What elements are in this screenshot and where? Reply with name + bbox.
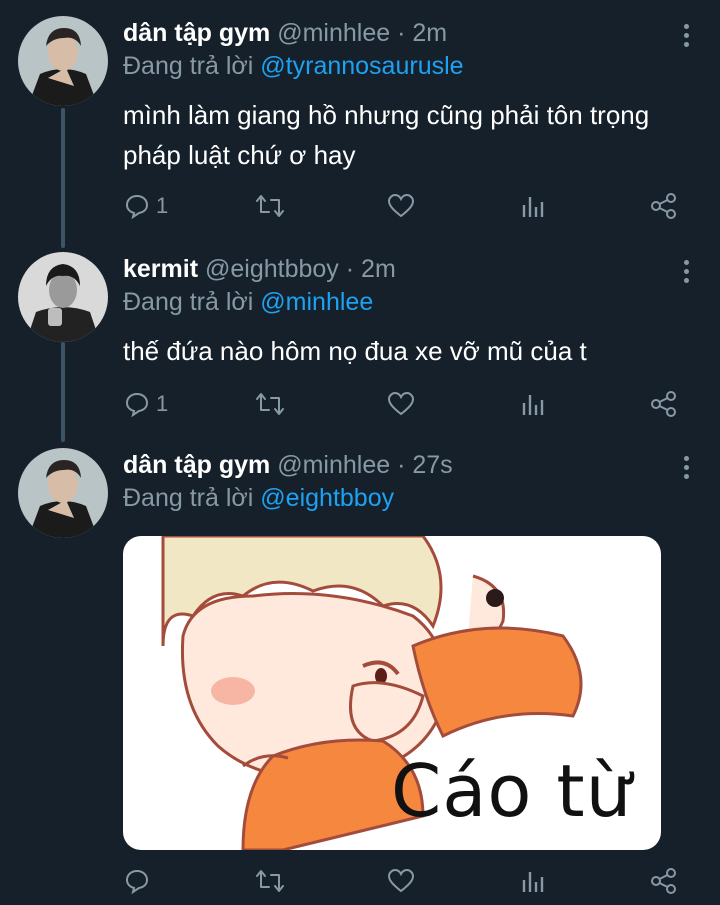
- avatar[interactable]: [18, 16, 108, 106]
- display-name[interactable]: dân tập gym: [123, 19, 270, 47]
- reply-icon: [125, 869, 149, 894]
- tweet[interactable]: dân tập gym @minhlee · 2m Đang trả lời @…: [0, 16, 720, 236]
- mention-link[interactable]: @eightbboy: [260, 484, 394, 512]
- media-image[interactable]: Cáo từ: [123, 536, 661, 850]
- like-button[interactable]: [387, 384, 415, 424]
- person-avatar-icon: [18, 16, 108, 106]
- person-avatar-icon: [18, 252, 108, 342]
- tweet-actions: 1: [0, 186, 720, 226]
- image-caption: Cáo từ: [391, 749, 633, 833]
- share-icon: [651, 193, 676, 219]
- user-handle[interactable]: @eightbboy: [205, 255, 339, 283]
- timestamp[interactable]: 27s: [412, 451, 452, 479]
- reply-context: Đang trả lời @minhlee: [123, 286, 373, 318]
- share-icon: [651, 391, 676, 417]
- share-icon: [651, 868, 676, 894]
- reply-context: Đang trả lời @tyrannosaurusle: [123, 50, 464, 82]
- tweet-actions: [0, 861, 720, 901]
- like-icon: [387, 868, 415, 893]
- avatar[interactable]: [18, 448, 108, 538]
- reply-context: Đang trả lời @eightbboy: [123, 482, 394, 514]
- user-handle[interactable]: @minhlee: [277, 19, 390, 47]
- analytics-button[interactable]: [520, 186, 546, 226]
- more-icon[interactable]: [682, 260, 690, 286]
- retweet-button[interactable]: [255, 861, 285, 901]
- reply-count: 1: [156, 193, 169, 218]
- retweet-icon: [256, 393, 284, 415]
- analytics-button[interactable]: [520, 861, 546, 901]
- tweet-header: dân tập gym @minhlee · 2m: [123, 16, 447, 50]
- retweet-icon: [256, 870, 284, 892]
- share-button[interactable]: [650, 384, 678, 424]
- like-button[interactable]: [387, 861, 415, 901]
- reply-icon: [125, 194, 149, 219]
- reply-count: 1: [156, 391, 169, 416]
- person-avatar-icon: [18, 448, 108, 538]
- reply-prefix: Đang trả lời: [123, 52, 254, 80]
- like-button[interactable]: [387, 186, 415, 226]
- tweet-text-line: pháp luật chứ ơ hay: [123, 140, 356, 170]
- retweet-button[interactable]: [255, 186, 285, 226]
- more-icon[interactable]: [682, 456, 690, 482]
- retweet-button[interactable]: [255, 384, 285, 424]
- share-button[interactable]: [650, 186, 678, 226]
- analytics-icon: [522, 197, 544, 217]
- mention-link[interactable]: @tyrannosaurusle: [260, 52, 463, 80]
- like-icon: [387, 391, 415, 416]
- separator: ·: [397, 19, 406, 47]
- timestamp[interactable]: 2m: [361, 255, 396, 283]
- tweet-text-line: thế đứa nào hôm nọ đua xe vỡ mũ của t: [123, 336, 587, 366]
- separator: ·: [397, 451, 406, 479]
- reply-button[interactable]: [124, 861, 156, 901]
- tweet[interactable]: dân tập gym @minhlee · 27s Đang trả lời …: [0, 448, 720, 898]
- tweet-header: kermit @eightbboy · 2m: [123, 252, 396, 286]
- avatar[interactable]: [18, 252, 108, 342]
- tweet-actions: 1: [0, 384, 720, 424]
- reply-button[interactable]: 1: [124, 186, 168, 226]
- display-name[interactable]: kermit: [123, 255, 198, 283]
- like-icon: [387, 193, 415, 218]
- share-button[interactable]: [650, 861, 678, 901]
- more-icon[interactable]: [682, 24, 690, 50]
- separator: ·: [345, 255, 355, 283]
- timestamp[interactable]: 2m: [412, 19, 447, 47]
- mention-link[interactable]: @minhlee: [260, 288, 373, 316]
- retweet-icon: [256, 195, 284, 217]
- analytics-button[interactable]: [520, 384, 546, 424]
- analytics-icon: [522, 395, 544, 415]
- tweet-text-line: mình làm giang hồ nhưng cũng phải tôn tr…: [123, 100, 650, 130]
- display-name[interactable]: dân tập gym: [123, 451, 270, 479]
- tweet-header: dân tập gym @minhlee · 27s: [123, 448, 453, 482]
- reply-prefix: Đang trả lời: [123, 288, 254, 316]
- tweet-thread: dân tập gym @minhlee · 2m Đang trả lời @…: [0, 0, 720, 905]
- analytics-icon: [522, 872, 544, 892]
- reply-button[interactable]: 1: [124, 384, 168, 424]
- reply-prefix: Đang trả lời: [123, 484, 254, 512]
- user-handle[interactable]: @minhlee: [277, 451, 390, 479]
- tweet[interactable]: kermit @eightbboy · 2m Đang trả lời @min…: [0, 252, 720, 432]
- reply-icon: [125, 392, 149, 417]
